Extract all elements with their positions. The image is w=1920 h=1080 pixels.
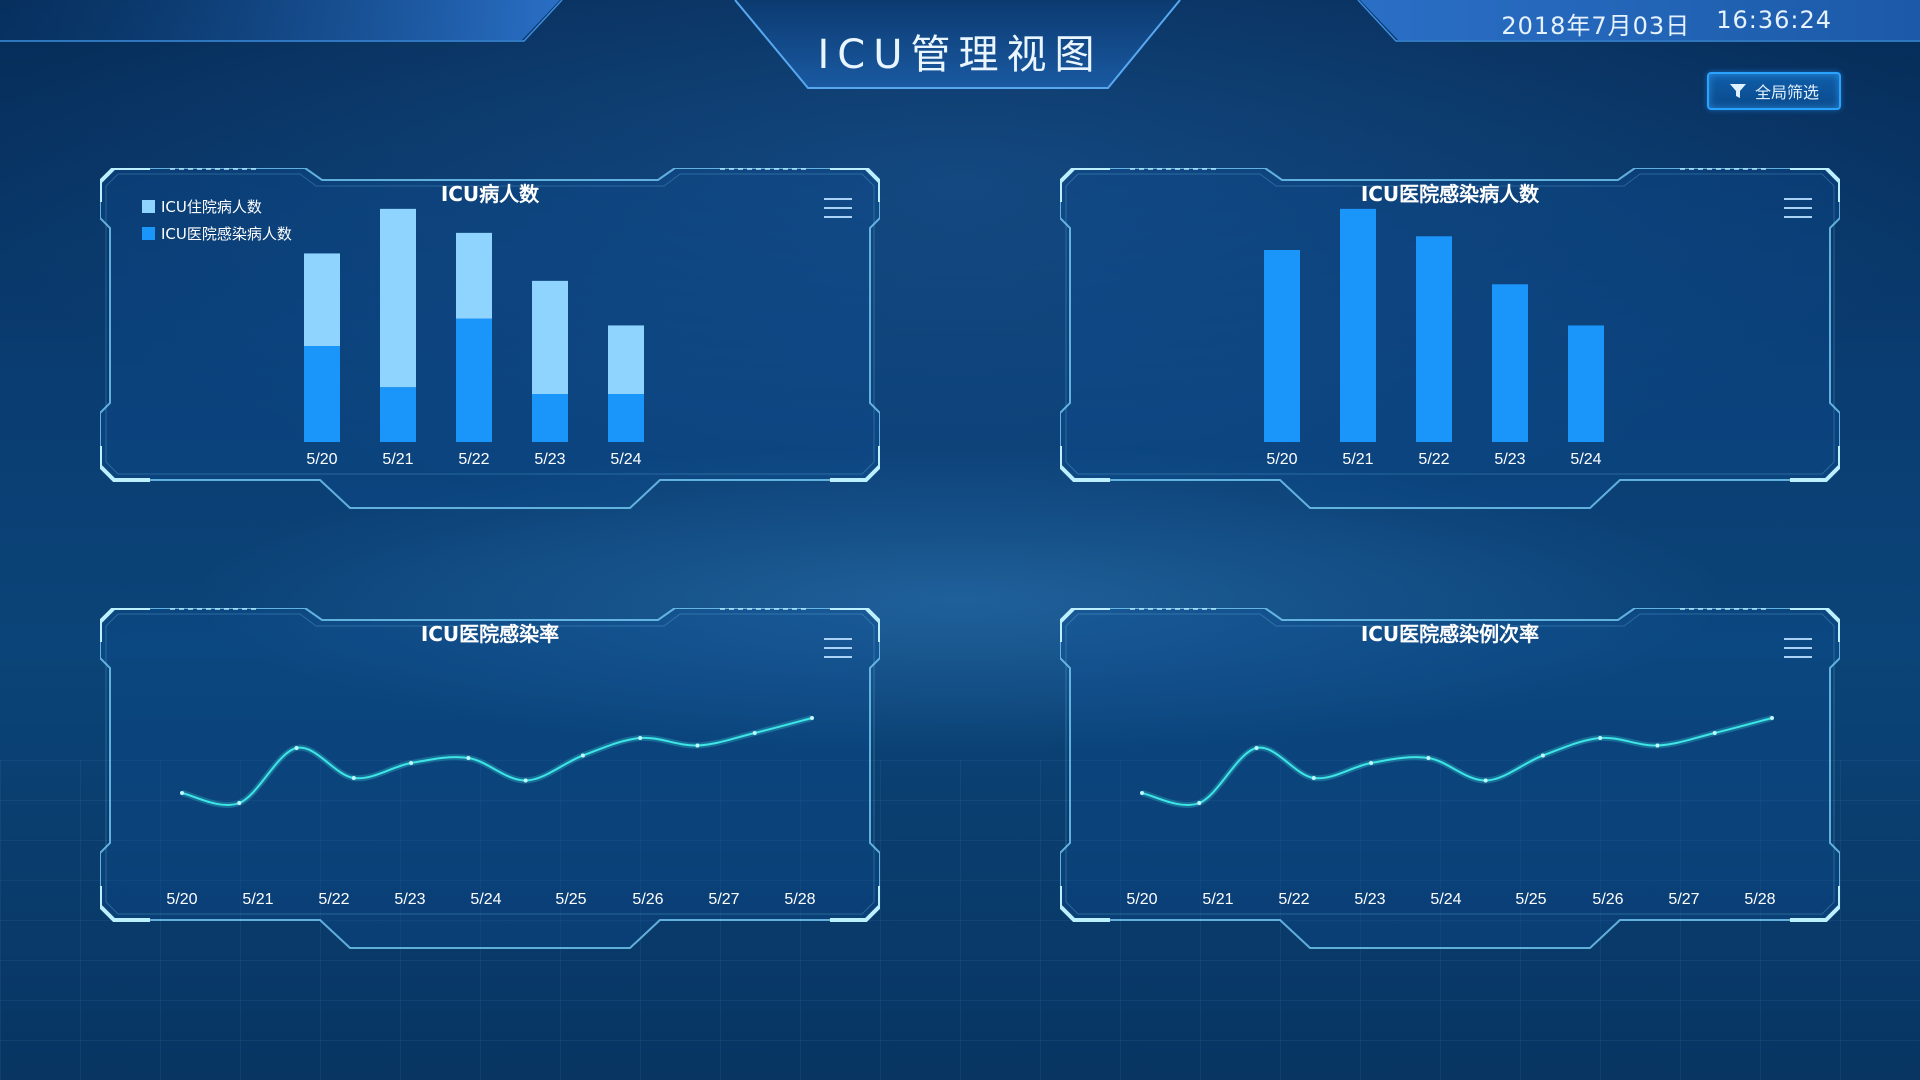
chart-icu-infection-rate: 5/20 5/21 5/22 5/23 5/24 5/25 5/26 5/27 5/28 <box>166 715 816 908</box>
legend-label: ICU住院病人数 <box>161 198 262 216</box>
bar <box>1568 325 1604 442</box>
x-tick-label: 5/23 <box>534 451 565 468</box>
x-tick-label: 5/22 <box>1418 451 1449 468</box>
data-point <box>1426 756 1431 760</box>
chart-icu-infection-patients: 5/20 5/21 5/22 5/23 5/24 <box>1264 208 1604 468</box>
panel-title: ICU医院感染率 <box>420 622 560 646</box>
data-point <box>1254 746 1259 750</box>
x-tick-label: 5/26 <box>632 891 663 908</box>
data-point <box>1540 753 1545 758</box>
menu-icon[interactable] <box>824 198 852 222</box>
data-point <box>810 716 814 720</box>
x-tick-label: 5/21 <box>242 891 273 908</box>
legend-swatch-light <box>142 200 155 213</box>
chart-icu-infection-case-rate: 5/20 5/21 5/22 5/23 5/24 5/25 5/26 5/27 5/28 <box>1126 715 1776 908</box>
data-point <box>523 778 528 783</box>
bar-inpatient <box>608 325 644 394</box>
panel-title: ICU医院感染例次率 <box>1360 622 1540 646</box>
menu-icon[interactable] <box>824 638 852 662</box>
bar <box>1340 208 1376 442</box>
series-line-glow <box>1141 715 1773 808</box>
x-tick-label: 5/23 <box>1494 451 1525 468</box>
menu-icon[interactable] <box>1784 198 1812 222</box>
chart-legend: ICU住院病人数 ICU医院感染病人数 <box>142 196 292 250</box>
panel-icu-patients: 5/20 5/21 5/22 5/23 5/24 ICU病人数 ICU住院病人数 ICU… <box>100 168 880 509</box>
data-point <box>1712 731 1717 735</box>
x-tick-label: 5/20 <box>306 451 337 468</box>
data-point <box>1140 791 1144 795</box>
filter-icon <box>1729 84 1746 98</box>
x-tick-label: 5/27 <box>1668 891 1699 908</box>
x-tick-label: 5/23 <box>1354 891 1385 908</box>
panel-icu-infection-rate: 5/20 5/21 5/22 5/23 5/24 5/25 5/26 5/27 5/28 ICU… <box>100 608 880 949</box>
data-point <box>580 753 585 758</box>
x-tick-label: 5/26 <box>1592 891 1623 908</box>
data-point <box>1770 716 1774 720</box>
x-tick-label: 5/25 <box>1515 891 1546 908</box>
data-point <box>237 801 242 805</box>
x-tick-label: 5/20 <box>166 891 197 908</box>
x-tick-label: 5/28 <box>1744 891 1775 908</box>
bar-inpatient <box>532 280 568 394</box>
bar-infected <box>456 318 492 442</box>
x-tick-label: 5/24 <box>470 891 501 908</box>
x-tick-label: 5/22 <box>318 891 349 908</box>
data-point <box>1655 743 1660 748</box>
x-tick-label: 5/27 <box>708 891 739 908</box>
menu-icon[interactable] <box>1784 638 1812 662</box>
global-filter-label: 全局筛选 <box>1754 83 1819 102</box>
x-tick-label: 5/24 <box>1570 451 1601 468</box>
panel-icu-infection-case-rate: 5/20 5/21 5/22 5/23 5/24 5/25 5/26 5/27 5/28 ICU… <box>1060 608 1840 949</box>
bar-infected <box>304 346 340 442</box>
data-point <box>695 743 700 748</box>
x-tick-label: 5/22 <box>458 451 489 468</box>
bar-infected <box>608 394 644 442</box>
x-tick-label: 5/24 <box>610 451 641 468</box>
data-point <box>1197 801 1202 805</box>
current-time: 16:36:24 <box>1716 6 1832 34</box>
data-point <box>752 731 757 735</box>
data-point <box>1311 776 1316 780</box>
x-tick-label: 5/28 <box>784 891 815 908</box>
data-point <box>351 776 356 780</box>
panel-icu-infection-patients: 5/20 5/21 5/22 5/23 5/24 ICU医院感染病人数 <box>1060 168 1840 509</box>
bar-inpatient <box>380 208 416 388</box>
x-tick-label: 5/22 <box>1278 891 1309 908</box>
x-tick-label: 5/25 <box>555 891 586 908</box>
series-line-glow <box>181 715 813 808</box>
data-point <box>180 791 184 795</box>
x-tick-label: 5/21 <box>382 451 413 468</box>
bar <box>1416 236 1452 442</box>
data-point <box>1598 736 1603 740</box>
bar <box>1264 250 1300 442</box>
data-point <box>409 761 414 765</box>
panel-title: ICU医院感染病人数 <box>1360 182 1540 206</box>
data-point <box>638 736 643 740</box>
x-tick-label: 5/24 <box>1430 891 1461 908</box>
data-point <box>294 746 299 750</box>
legend-swatch-dark <box>142 227 155 240</box>
current-date: 2018年7月03日 <box>1501 12 1691 40</box>
bar <box>1492 284 1528 442</box>
x-tick-label: 5/21 <box>1202 891 1233 908</box>
x-tick-label: 5/21 <box>1342 451 1373 468</box>
data-point <box>1369 761 1374 765</box>
global-filter-button[interactable]: 全局筛选 <box>1707 72 1841 110</box>
bar-inpatient <box>304 253 340 346</box>
bar-inpatient <box>456 232 492 319</box>
data-point <box>1483 778 1488 783</box>
legend-item[interactable]: ICU住院病人数 <box>142 196 292 217</box>
legend-item[interactable]: ICU医院感染病人数 <box>142 223 292 244</box>
x-tick-label: 5/23 <box>394 891 425 908</box>
bar-infected <box>532 394 568 442</box>
x-tick-label: 5/20 <box>1266 451 1297 468</box>
data-point <box>466 756 471 760</box>
x-tick-label: 5/20 <box>1126 891 1157 908</box>
header-datetime: 2018年7月03日 16:36:24 <box>1501 6 1832 41</box>
legend-label: ICU医院感染病人数 <box>161 225 292 243</box>
bar-infected <box>380 387 416 442</box>
